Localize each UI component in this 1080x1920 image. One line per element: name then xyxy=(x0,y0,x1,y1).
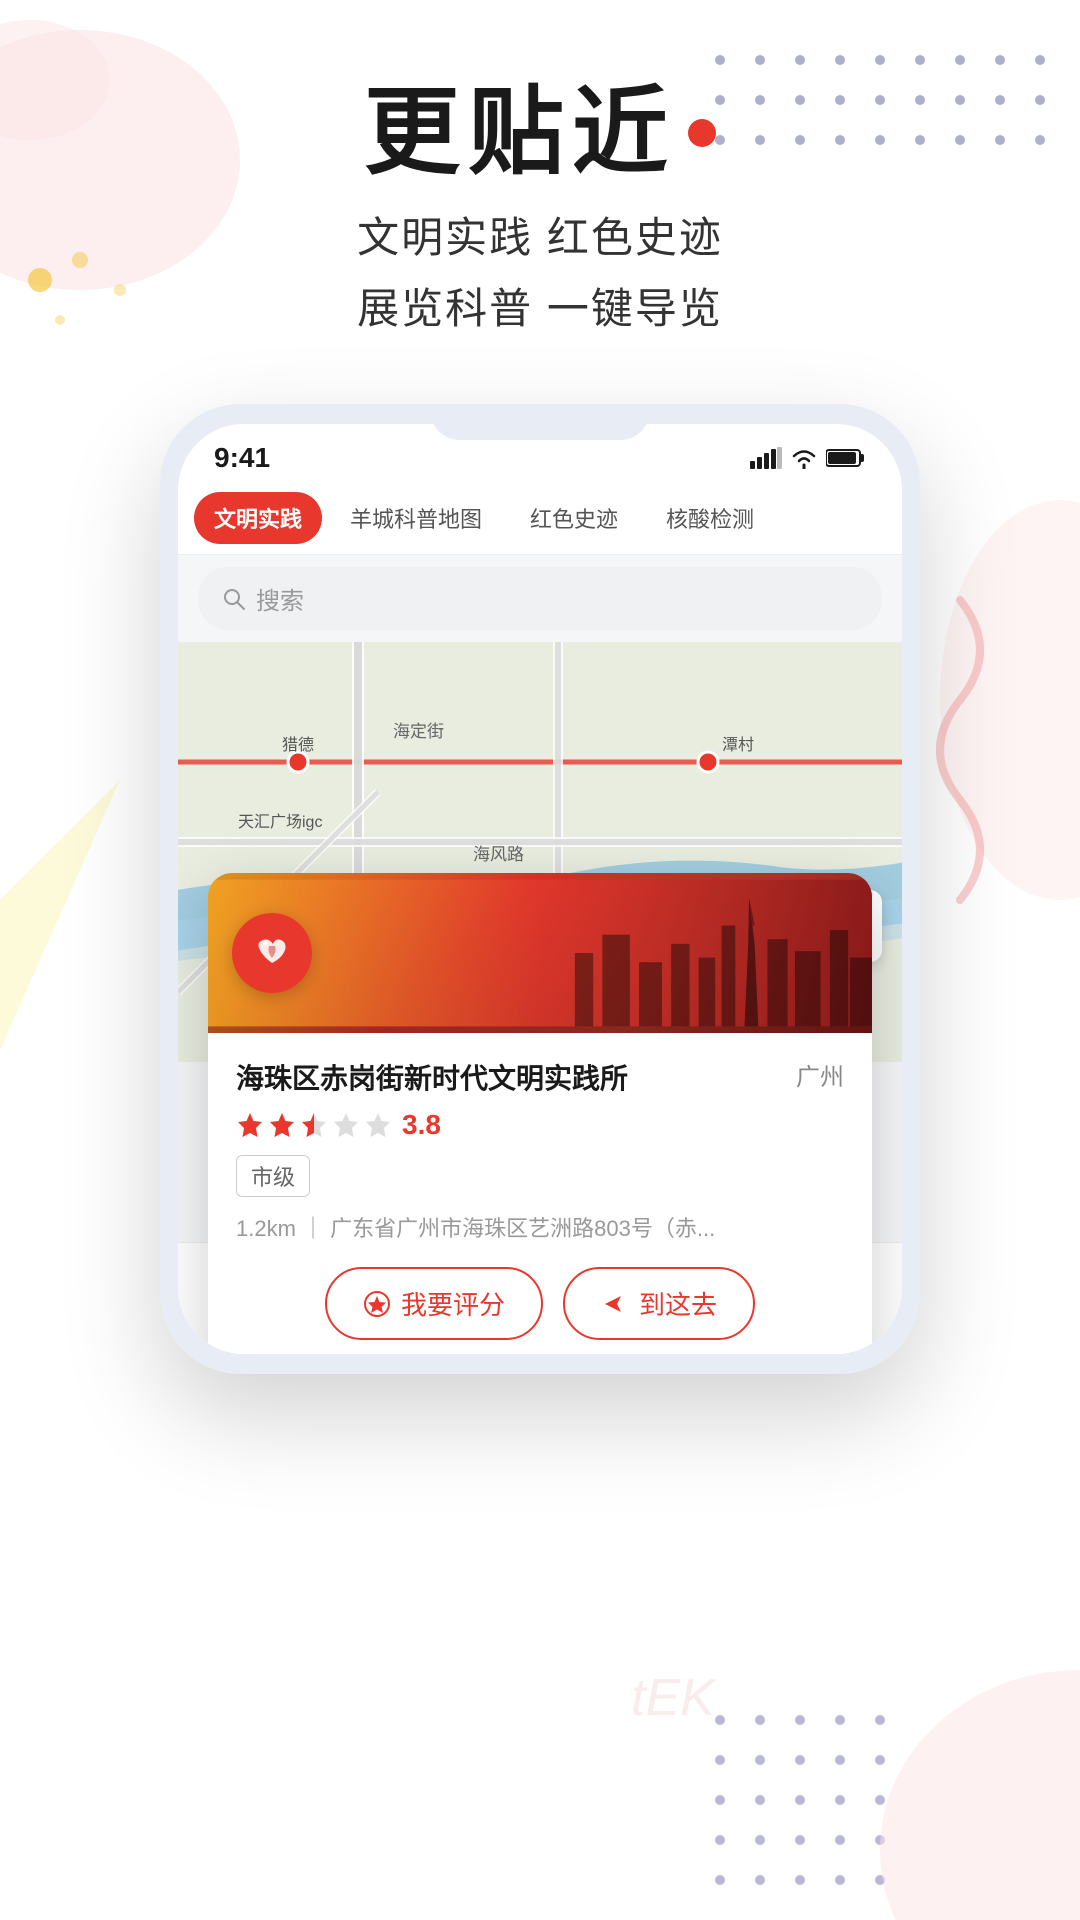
phone-frame: 9:41 xyxy=(160,404,920,1374)
svg-text:海风路: 海风路 xyxy=(473,845,524,864)
subtitle: 文明实践 红色史迹 展览科普 一键导览 xyxy=(357,202,723,345)
svg-text:猎德: 猎德 xyxy=(282,736,314,754)
status-icons xyxy=(750,447,866,469)
star-1 xyxy=(236,1111,264,1139)
phone-mockup: 9:41 xyxy=(160,404,920,1374)
phone-inner: 9:41 xyxy=(178,424,902,1354)
rate-icon xyxy=(363,1290,391,1318)
phone-notch xyxy=(430,404,650,440)
search-placeholder: 搜索 xyxy=(256,581,304,616)
address-text: 广东省广州市海珠区艺洲路803号（赤... xyxy=(330,1216,715,1241)
card-city: 广州 xyxy=(796,1057,844,1092)
navigate-icon xyxy=(601,1290,629,1318)
tab-yangcheng[interactable]: 羊城科普地图 xyxy=(330,492,502,544)
app-logo-icon xyxy=(247,928,297,978)
rate-button[interactable]: 我要评分 xyxy=(325,1267,543,1340)
search-icon xyxy=(222,587,246,611)
battery-icon xyxy=(826,447,866,469)
star-2 xyxy=(268,1111,296,1139)
star-5 xyxy=(364,1111,392,1139)
card-distance-row: 1.2km ｜ 广东省广州市海珠区艺洲路803号（赤... xyxy=(236,1211,844,1243)
card-title-row: 海珠区赤岗街新时代文明实践所 广州 xyxy=(236,1057,844,1097)
star-4 xyxy=(332,1111,360,1139)
title-text: 更贴近 xyxy=(364,80,676,186)
phone-tabs[interactable]: 文明实践 羊城科普地图 红色史迹 核酸检测 xyxy=(178,482,902,555)
rate-btn-label: 我要评分 xyxy=(401,1285,505,1322)
svg-text:天汇广场igc: 天汇广场igc xyxy=(238,813,322,831)
separator: ｜ xyxy=(302,1216,330,1241)
distance-value: 1.2km xyxy=(236,1216,296,1241)
card-level: 市级 xyxy=(236,1155,310,1197)
status-time: 9:41 xyxy=(214,442,270,474)
card-logo xyxy=(232,913,312,993)
wifi-icon xyxy=(790,447,818,469)
tab-hongse[interactable]: 红色史迹 xyxy=(510,492,638,544)
svg-text:潭村: 潭村 xyxy=(722,736,754,754)
signal-icon xyxy=(750,447,782,469)
navigate-button[interactable]: 到这去 xyxy=(563,1267,755,1340)
subtitle-line1: 文明实践 红色史迹 xyxy=(357,202,723,273)
svg-text:tEK: tEK xyxy=(631,1669,717,1727)
header-section: 更贴近 文明实践 红色史迹 展览科普 一键导览 xyxy=(357,0,723,344)
tab-hesuanjiance[interactable]: 核酸检测 xyxy=(646,492,774,544)
card-title: 海珠区赤岗街新时代文明实践所 xyxy=(236,1057,780,1097)
subtitle-line2: 展览科普 一键导览 xyxy=(357,273,723,344)
card-body: 海珠区赤岗街新时代文明实践所 广州 xyxy=(208,1033,872,1354)
main-title: 更贴近 xyxy=(357,80,723,186)
main-content: 更贴近 文明实践 红色史迹 展览科普 一键导览 9:41 xyxy=(0,0,1080,1374)
star-rating xyxy=(236,1111,392,1139)
rating-number: 3.8 xyxy=(402,1109,441,1141)
detail-card: 海珠区赤岗街新时代文明实践所 广州 xyxy=(208,873,872,1354)
card-actions: 我要评分 到这去 xyxy=(236,1267,844,1340)
star-3-half xyxy=(300,1111,328,1139)
navigate-btn-label: 到这去 xyxy=(639,1285,717,1322)
title-dot xyxy=(688,119,716,147)
tab-wenming[interactable]: 文明实践 xyxy=(194,492,322,544)
card-image xyxy=(208,873,872,1033)
card-rating-row: 3.8 xyxy=(236,1109,844,1141)
search-bar[interactable]: 搜索 xyxy=(198,567,882,630)
svg-text:海定街: 海定街 xyxy=(393,722,444,741)
